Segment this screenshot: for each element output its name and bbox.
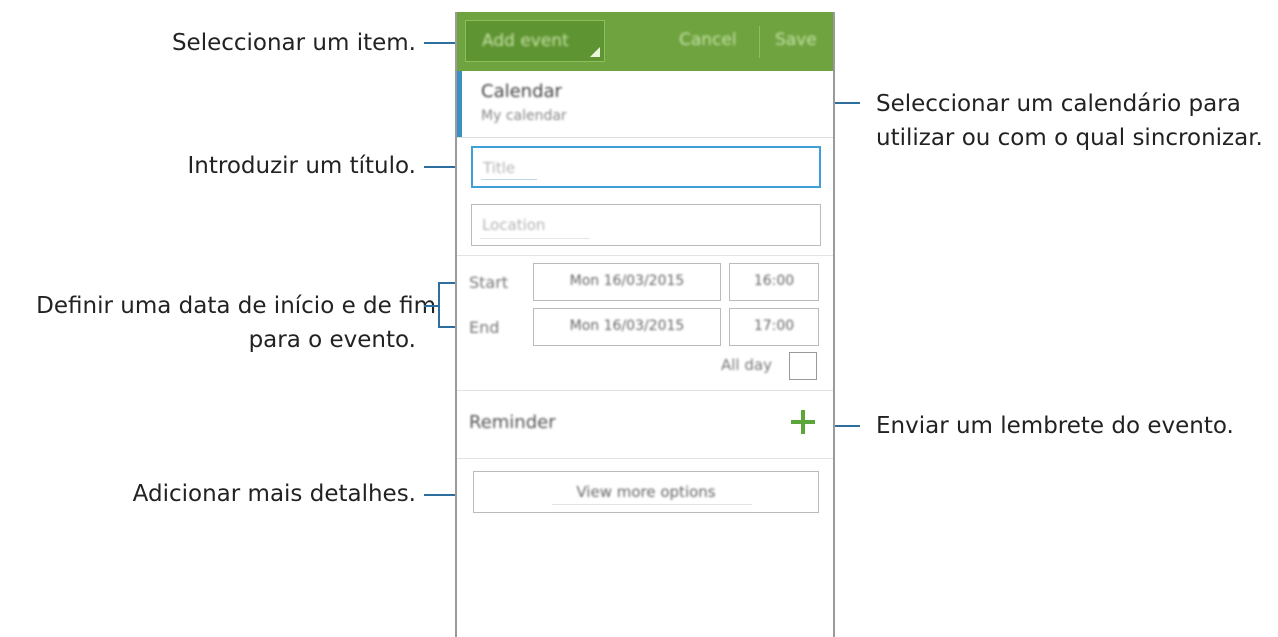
add-reminder-plus-icon[interactable] <box>791 410 815 434</box>
callout-calendar-line2: utilizar ou com o qual sincronizar. <box>876 125 1263 151</box>
save-button[interactable]: Save <box>775 30 817 50</box>
callout-title: Introduzir um título. <box>187 153 416 179</box>
end-date-value: Mon 16/03/2015 <box>569 318 685 334</box>
callout-more: Adicionar mais detalhes. <box>132 481 416 507</box>
divider <box>457 255 833 256</box>
action-bar-divider <box>759 26 760 58</box>
end-date-button[interactable]: Mon 16/03/2015 <box>533 308 721 346</box>
callout-reminder: Enviar um lembrete do evento. <box>876 413 1234 439</box>
start-time-value: 16:00 <box>753 273 795 289</box>
end-label: End <box>469 318 500 337</box>
view-more-options-button[interactable]: View more options <box>473 471 819 513</box>
calendar-title: Calendar <box>481 81 562 102</box>
start-date-value: Mon 16/03/2015 <box>569 273 685 289</box>
view-more-options-label: View more options <box>576 483 716 501</box>
allday-checkbox[interactable] <box>789 352 817 380</box>
calendar-value: My calendar <box>481 108 567 124</box>
end-time-value: 17:00 <box>753 318 795 334</box>
leader-dates-main <box>424 305 440 307</box>
calendar-selector[interactable]: Calendar My calendar <box>457 71 833 138</box>
add-event-dropdown[interactable]: Add event <box>465 20 605 62</box>
calendar-color-bar <box>457 71 462 137</box>
add-event-label: Add event <box>482 31 569 51</box>
divider <box>457 458 833 459</box>
callout-calendar-line1: Seleccionar um calendário para <box>876 91 1241 117</box>
dropdown-corner-icon <box>590 47 600 57</box>
start-time-button[interactable]: 16:00 <box>729 263 819 301</box>
callout-dates-line1: Definir uma data de início e de fim <box>36 293 436 319</box>
reminder-label: Reminder <box>469 412 556 433</box>
location-input[interactable]: Location <box>471 204 821 246</box>
divider <box>457 390 833 391</box>
allday-label: All day <box>721 356 772 374</box>
title-placeholder: Title <box>483 159 516 177</box>
start-label: Start <box>469 273 509 292</box>
start-date-button[interactable]: Mon 16/03/2015 <box>533 263 721 301</box>
callout-select-item: Seleccionar um item. <box>171 30 416 56</box>
location-placeholder: Location <box>482 216 546 234</box>
cancel-button[interactable]: Cancel <box>679 30 737 50</box>
location-underline <box>480 238 590 239</box>
action-bar: Add event Cancel Save <box>457 12 833 71</box>
end-time-button[interactable]: 17:00 <box>729 308 819 346</box>
title-underline <box>481 179 537 180</box>
phone-screen: Add event Cancel Save Calendar My calend… <box>455 12 835 637</box>
callout-dates-line2: para o evento. <box>248 327 416 353</box>
title-input[interactable]: Title <box>471 146 821 188</box>
view-more-underline <box>552 504 752 505</box>
